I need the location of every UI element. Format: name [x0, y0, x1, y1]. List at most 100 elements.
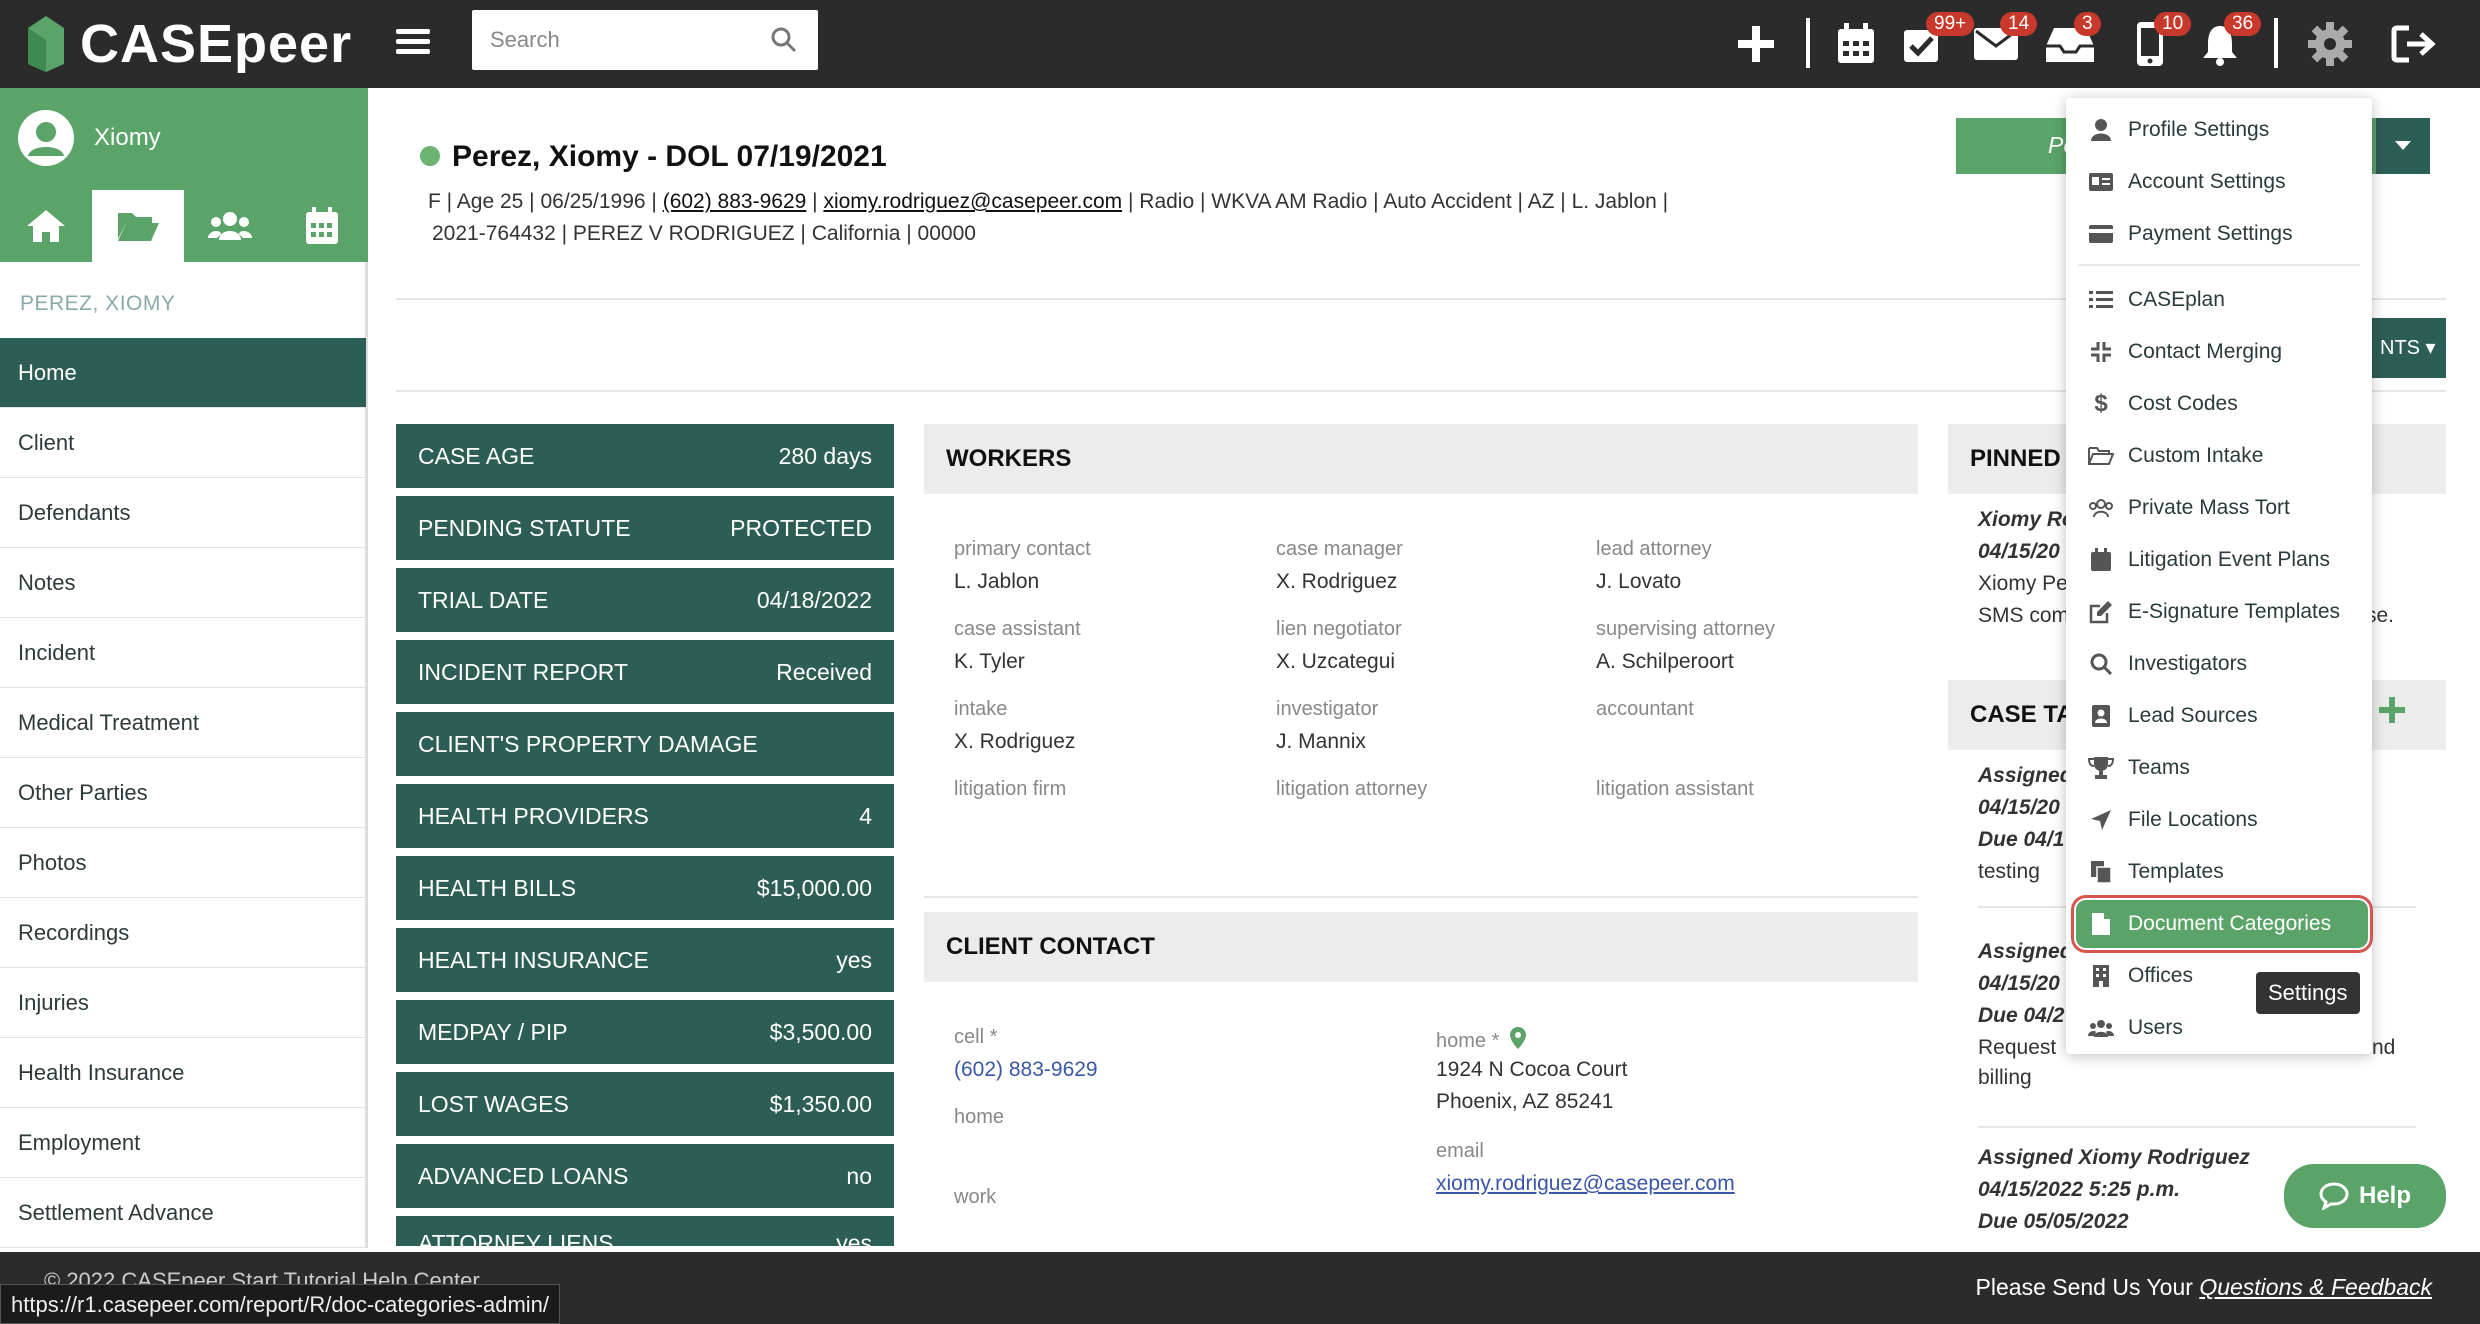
menu-item-profile-settings[interactable]: Profile Settings [2066, 106, 2372, 154]
sidebar-item-defendants[interactable]: Defendants [0, 478, 366, 548]
menu-item-e-signature-templates[interactable]: E-Signature Templates [2066, 588, 2372, 636]
sidebar-item-employment[interactable]: Employment [0, 1108, 366, 1178]
menu-item-payment-settings[interactable]: Payment Settings [2066, 210, 2372, 258]
worker-label: litigation attorney [1276, 778, 1428, 800]
questions-feedback-link[interactable]: Questions & Feedback [2199, 1274, 2432, 1300]
sidebar-item-other-parties[interactable]: Other Parties [0, 758, 366, 828]
task-date: 04/15/20 [1978, 972, 2060, 995]
cell-label: cell * [954, 1026, 998, 1048]
settings-tooltip: Settings [2256, 972, 2360, 1014]
calendar-icon[interactable] [276, 190, 368, 262]
list-check-icon [2088, 287, 2114, 313]
avatar [18, 110, 74, 166]
menu-item-label: Teams [2128, 756, 2190, 779]
logout-icon[interactable] [2384, 14, 2444, 74]
feedback-prefix: Please Send Us Your [1975, 1274, 2200, 1300]
menu-item-litigation-event-plans[interactable]: Litigation Event Plans [2066, 536, 2372, 584]
menu-item-cost-codes[interactable]: $ Cost Codes [2066, 380, 2372, 428]
case-email-link[interactable]: xiomy.rodriguez@casepeer.com [823, 190, 1122, 213]
stat-value: $1,350.00 [769, 1090, 872, 1117]
worker-value: A. Schilperoort [1596, 650, 1734, 673]
sidebar-item-recordings[interactable]: Recordings [0, 898, 366, 968]
phone-icon[interactable]: 10 [2120, 12, 2192, 74]
worker-label: lead attorney [1596, 538, 1712, 560]
users-group-icon [2088, 1015, 2114, 1041]
edit-square-icon [2088, 599, 2114, 625]
menu-item-teams[interactable]: Teams [2066, 744, 2372, 792]
menu-item-templates[interactable]: Templates [2066, 848, 2372, 896]
calendar-icon[interactable] [1826, 14, 1886, 74]
address-line-1: 1924 N Cocoa Court [1436, 1058, 1628, 1081]
menu-item-document-categories[interactable]: Document Categories [2071, 895, 2373, 953]
task-due: Due 05/05/2022 [1978, 1210, 2129, 1233]
stat-label: HEALTH INSURANCE [418, 946, 649, 973]
menu-item-account-settings[interactable]: Account Settings [2066, 158, 2372, 206]
stat-incident-report[interactable]: INCIDENT REPORT Received [396, 640, 894, 704]
settings-dropdown-menu: Profile Settings Account Settings Paymen… [2066, 98, 2373, 1054]
mail-icon[interactable]: 14 [1966, 12, 2038, 74]
menu-item-lead-sources[interactable]: Lead Sources [2066, 692, 2372, 740]
cell-phone-link[interactable]: (602) 883-9629 [954, 1058, 1098, 1082]
case-phone-link[interactable]: (602) 883-9629 [663, 190, 807, 213]
tasks-check-icon[interactable]: 99+ [1892, 12, 1975, 74]
stat-value: 280 days [778, 442, 872, 469]
client-email-link[interactable]: xiomy.rodriguez@casepeer.com [1436, 1172, 1735, 1196]
sidebar-item-photos[interactable]: Photos [0, 828, 366, 898]
stat-pending-statute[interactable]: PENDING STATUTE PROTECTED [396, 496, 894, 560]
sidebar-item-health-insurance[interactable]: Health Insurance [0, 1038, 366, 1108]
home-icon[interactable] [0, 190, 92, 262]
add-task-plus-icon[interactable] [2378, 696, 2406, 729]
menu-item-file-locations[interactable]: File Locations [2066, 796, 2372, 844]
stat-value: Received [776, 658, 872, 685]
help-button[interactable]: Help [2284, 1164, 2446, 1228]
casepeer-logo[interactable]: CASEpeer [24, 6, 352, 82]
stat-trial-date[interactable]: TRIAL DATE 04/18/2022 [396, 568, 894, 632]
menu-item-private-mass-tort[interactable]: Private Mass Tort [2066, 484, 2372, 532]
email-label: email [1436, 1140, 1484, 1162]
sidebar-item-incident[interactable]: Incident [0, 618, 366, 688]
gear-icon[interactable] [2300, 14, 2360, 74]
sidebar-item-home[interactable]: Home [0, 338, 366, 408]
stat-property-damage[interactable]: CLIENT'S PROPERTY DAMAGE [396, 712, 894, 776]
sidebar-item-medical-treatment[interactable]: Medical Treatment [0, 688, 366, 758]
stat-health-providers[interactable]: HEALTH PROVIDERS 4 [396, 784, 894, 848]
sidebar-user[interactable]: Xiomy [0, 88, 368, 190]
worker-label: lien negotiator [1276, 618, 1402, 640]
menu-item-label: Custom Intake [2128, 444, 2264, 467]
stat-lost-wages[interactable]: LOST WAGES $1,350.00 [396, 1072, 894, 1136]
worker-label: supervising attorney [1596, 618, 1775, 640]
stat-advanced-loans[interactable]: ADVANCED LOANS no [396, 1144, 894, 1208]
stat-health-insurance[interactable]: HEALTH INSURANCE yes [396, 928, 894, 992]
stat-attorney-liens[interactable]: ATTORNEY LIENS yes [396, 1216, 894, 1246]
menu-item-contact-merging[interactable]: Contact Merging [2066, 328, 2372, 376]
copy-files-icon [2088, 859, 2114, 885]
file-icon [2088, 911, 2114, 937]
folder-open-icon[interactable] [92, 190, 184, 262]
stat-medpay-pip[interactable]: MEDPAY / PIP $3,500.00 [396, 1000, 894, 1064]
divider [924, 896, 1918, 898]
search-icon[interactable] [770, 26, 798, 54]
bell-icon[interactable]: 36 [2190, 12, 2262, 74]
users-group-icon[interactable] [184, 190, 276, 262]
chat-bubble-icon [2319, 1182, 2349, 1210]
menu-item-investigators[interactable]: Investigators [2066, 640, 2372, 688]
sidebar-item-injuries[interactable]: Injuries [0, 968, 366, 1038]
stat-label: LOST WAGES [418, 1090, 569, 1117]
inbox-tray-icon[interactable]: 3 [2040, 12, 2101, 74]
logo-leaf-icon [24, 14, 68, 74]
hamburger-menu-icon[interactable] [396, 24, 430, 64]
case-action-dropdown[interactable] [2376, 118, 2430, 174]
sidebar-nav-list: Home Client Defendants Notes Incident Me… [0, 338, 366, 1248]
case-details-line-1: F | Age 25 | 06/25/1996 | (602) 883-9629… [428, 190, 1668, 214]
menu-item-custom-intake[interactable]: Custom Intake [2066, 432, 2372, 480]
stat-case-age[interactable]: CASE AGE 280 days [396, 424, 894, 488]
sidebar-item-client[interactable]: Client [0, 408, 366, 478]
map-pin-icon[interactable] [1509, 1026, 1527, 1050]
stat-health-bills[interactable]: HEALTH BILLS $15,000.00 [396, 856, 894, 920]
search-input[interactable] [490, 20, 760, 60]
menu-item-label: Litigation Event Plans [2128, 548, 2330, 571]
sidebar-item-notes[interactable]: Notes [0, 548, 366, 618]
sidebar-item-settlement-advance[interactable]: Settlement Advance [0, 1178, 366, 1248]
menu-item-caseplan[interactable]: CASEplan [2066, 276, 2372, 324]
add-plus-icon[interactable] [1726, 14, 1786, 74]
